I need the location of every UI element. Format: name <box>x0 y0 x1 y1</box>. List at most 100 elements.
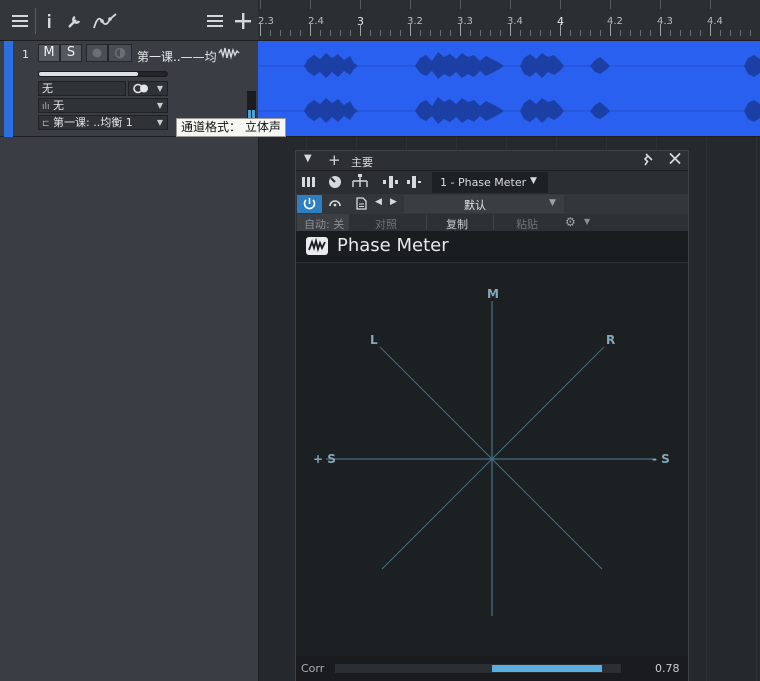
mixer-icon[interactable] <box>302 176 316 191</box>
timeline-ruler[interactable]: 2.3 2.4 3 3.2 3.3 3.4 4 4.2 4.3 4.4 <box>258 0 760 41</box>
minus-side-label: - S <box>652 452 670 466</box>
info-icon[interactable] <box>38 11 60 33</box>
ruler-tick <box>490 30 491 36</box>
ruler-tick <box>700 30 701 36</box>
separator <box>35 8 36 34</box>
compare-button[interactable]: 对照 <box>375 216 397 232</box>
ruler-tick-top <box>710 0 711 9</box>
ruler-tick <box>480 30 481 36</box>
plugin-toolbar: 1 - Phase Meter ▼ <box>296 170 688 194</box>
stereo-link-icon <box>133 83 148 94</box>
output-icon: ılı <box>42 102 50 112</box>
ruler-tick <box>540 30 541 36</box>
separator <box>493 215 494 230</box>
pin-icon[interactable] <box>642 153 654 169</box>
sidechain-icon[interactable] <box>382 175 400 192</box>
bypass-icon[interactable] <box>328 197 342 212</box>
routing-knob-icon[interactable] <box>328 175 342 192</box>
chevron-down-icon: ▼ <box>156 101 163 110</box>
plugin-title-bar[interactable]: ▼ + 主要 <box>296 151 688 170</box>
ruler-tick <box>650 30 651 36</box>
ruler-tick-top <box>260 0 261 9</box>
monitor-button[interactable] <box>108 44 132 62</box>
record-icon <box>92 48 102 58</box>
plugin-window-title: 主要 <box>351 156 373 169</box>
ruler-tick <box>300 30 301 36</box>
automation-icon[interactable] <box>92 11 120 33</box>
copy-button[interactable]: 复制 <box>446 216 468 232</box>
channel-format-tooltip: 通道格式： 立体声 <box>176 118 286 137</box>
plugin-window[interactable]: ▼ + 主要 1 - Phase Meter ▼ ◀ ▶ 默认 ▼ 自动: 关 … <box>295 150 689 681</box>
record-button[interactable] <box>86 44 108 62</box>
ruler-tick <box>500 30 501 36</box>
ruler-tick <box>330 30 331 36</box>
phase-meter-graph <box>326 301 656 616</box>
waveform-channel-top <box>304 52 760 79</box>
corr-value: 0.78 <box>655 662 680 675</box>
routing-tree-icon[interactable] <box>350 174 370 193</box>
ruler-tick <box>530 30 531 36</box>
waveform-channel-bottom <box>304 97 760 124</box>
ruler-tick <box>720 30 721 36</box>
ruler-tick <box>570 30 571 36</box>
track-number: 1 <box>22 48 29 61</box>
corr-label: Corr <box>301 662 325 675</box>
volume-fader[interactable] <box>38 71 168 77</box>
ruler-tick <box>670 30 671 36</box>
menu-icon[interactable] <box>9 11 31 33</box>
ruler-tick <box>460 24 461 36</box>
ruler-tick <box>320 30 321 36</box>
channel-value: 第一课: ..均衡 1 <box>53 116 133 129</box>
track-name[interactable]: 第一课..——均 <box>137 48 217 65</box>
preset-selector[interactable]: 默认 ▼ <box>404 195 564 213</box>
solo-button[interactable]: S <box>60 44 82 62</box>
paste-button[interactable]: 粘贴 <box>516 216 538 232</box>
mute-button[interactable]: M <box>38 44 60 62</box>
stereo-mode-selector[interactable]: ▼ <box>128 81 168 96</box>
plugin-name: Phase Meter <box>337 235 449 256</box>
add-icon[interactable]: + <box>328 151 341 169</box>
ruler-tick <box>610 24 611 36</box>
input-selector[interactable]: 无 <box>38 81 126 96</box>
plugin-selector[interactable]: 1 - Phase Meter ▼ <box>432 172 548 193</box>
chevron-down-icon: ▼ <box>156 84 163 93</box>
preset-file-icon[interactable] <box>356 197 367 213</box>
power-button[interactable] <box>297 195 322 213</box>
plus-side-label: + S <box>313 452 336 466</box>
output-selector[interactable]: ılı 无 ▼ <box>38 98 168 113</box>
ruler-tick <box>310 24 311 36</box>
ruler-tick <box>280 30 281 36</box>
gear-icon[interactable]: ⚙ <box>565 215 576 229</box>
auto-off-button[interactable]: 自动: 关 <box>297 214 349 231</box>
collapse-icon[interactable]: ▼ <box>304 153 312 164</box>
ruler-tick <box>520 30 521 36</box>
ruler-tick-top <box>310 0 311 9</box>
audio-clip[interactable] <box>258 41 760 137</box>
previous-preset-icon[interactable]: ◀ <box>375 197 382 207</box>
ruler-tick <box>270 30 271 36</box>
ruler-tick <box>740 30 741 36</box>
grid-line <box>706 137 707 681</box>
ruler-tick <box>680 30 681 36</box>
waveform-icon <box>218 46 240 64</box>
chevron-down-icon[interactable]: ▼ <box>584 217 590 226</box>
list-icon[interactable] <box>204 11 226 33</box>
close-icon[interactable] <box>669 152 681 168</box>
ruler-tick <box>730 30 731 36</box>
ruler-tick <box>750 30 751 36</box>
next-preset-icon[interactable]: ▶ <box>390 197 397 207</box>
wrench-icon[interactable] <box>64 11 86 33</box>
input-routing-icon[interactable] <box>406 175 422 192</box>
channel-selector[interactable]: ⊏ 第一课: ..均衡 1 ▼ <box>38 115 168 130</box>
phase-meter-display: M L R + S - S <box>296 264 688 656</box>
ruler-tick <box>430 30 431 36</box>
track-list-empty-area <box>0 137 258 681</box>
routing-icon: ⊏ <box>42 119 50 129</box>
add-icon[interactable] <box>232 11 254 33</box>
ruler-tick-top <box>460 0 461 9</box>
ruler-tick <box>550 30 551 36</box>
ruler-tick <box>440 30 441 36</box>
correlation-meter: Corr 0.78 <box>296 656 688 681</box>
track-color-bar[interactable] <box>4 41 13 137</box>
ruler-tick-top <box>510 0 511 9</box>
